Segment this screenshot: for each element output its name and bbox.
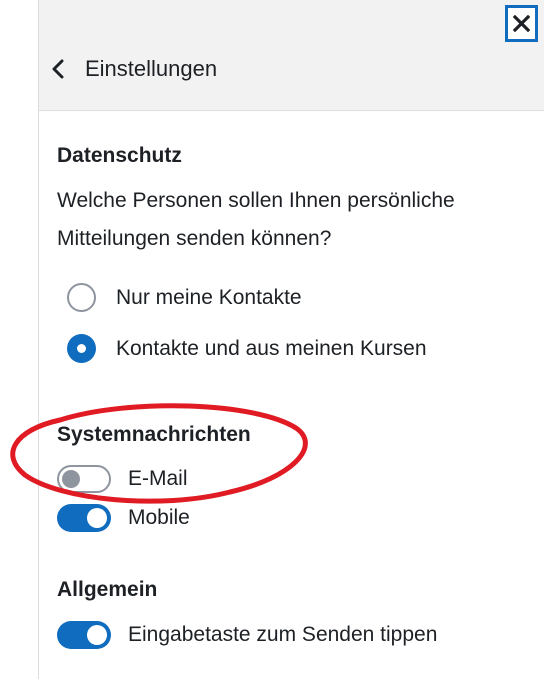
close-button[interactable] <box>505 5 538 42</box>
toggle-row-enter-to-send[interactable]: Eingabetaste zum Senden tippen <box>57 621 437 649</box>
privacy-question: Welche Personen sollen Ihnen persönliche… <box>57 189 455 250</box>
back-to-settings-link[interactable]: Einstellungen <box>51 52 217 86</box>
toggle-knob <box>62 470 80 488</box>
radio-label: Nur meine Kontakte <box>116 285 302 309</box>
radio-button-checked[interactable] <box>67 334 96 363</box>
radio-label: Kontakte und aus meinen Kursen <box>116 336 427 360</box>
chevron-left-icon <box>52 59 64 79</box>
enter-to-send-toggle[interactable] <box>57 621 111 649</box>
back-label: Einstellungen <box>85 56 218 81</box>
toggle-knob <box>87 625 107 645</box>
toggle-row-email[interactable]: E-Mail <box>57 465 188 493</box>
toggle-label: E-Mail <box>128 467 188 490</box>
mobile-toggle[interactable] <box>57 504 111 532</box>
general-heading: Allgemein <box>57 578 158 601</box>
email-toggle[interactable] <box>57 465 111 493</box>
close-icon <box>513 15 530 32</box>
radio-button-unchecked[interactable] <box>67 283 96 312</box>
toggle-knob <box>87 508 107 528</box>
radio-contacts-and-courses[interactable]: Kontakte und aus meinen Kursen <box>67 334 427 363</box>
toggle-row-mobile[interactable]: Mobile <box>57 504 190 532</box>
toggle-label: Eingabetaste zum Senden tippen <box>128 623 438 646</box>
toggle-label: Mobile <box>128 506 190 529</box>
radio-only-contacts[interactable]: Nur meine Kontakte <box>67 283 302 312</box>
privacy-heading: Datenschutz <box>57 144 182 167</box>
system-notifications-heading: Systemnachrichten <box>57 423 251 446</box>
